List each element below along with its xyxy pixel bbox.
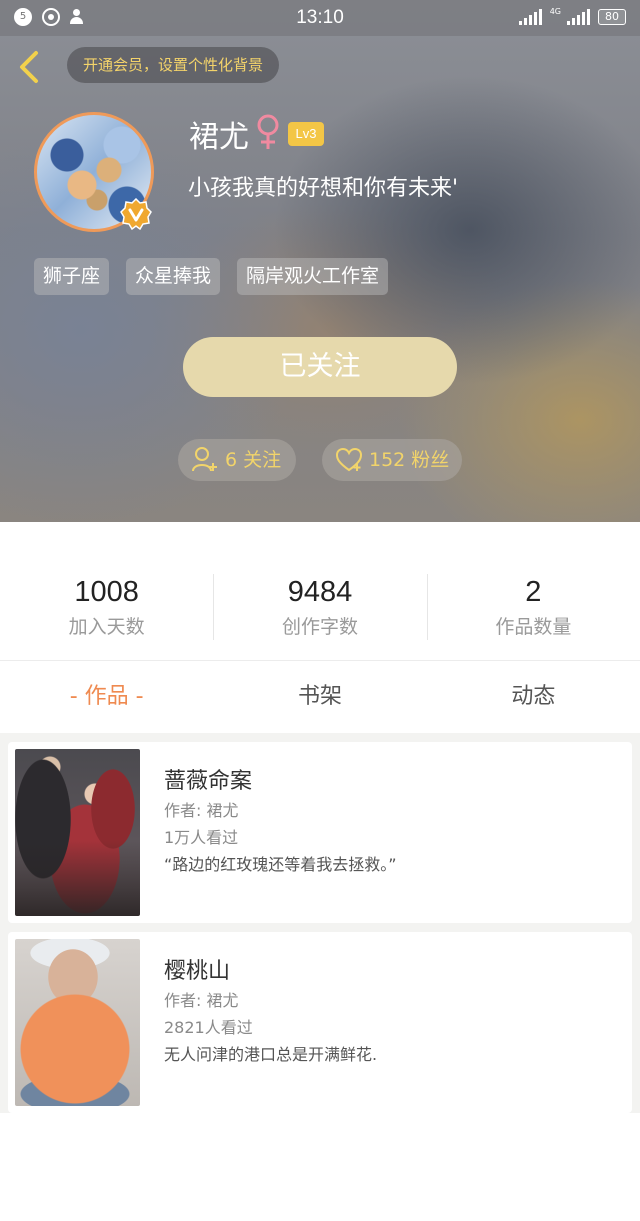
- add-user-icon: [192, 447, 217, 472]
- stat-label: 加入天数: [68, 616, 145, 638]
- status-bar: 5 13:10 4G 80: [0, 0, 640, 36]
- stat-value: 1008: [74, 576, 139, 608]
- work-cover-image: [15, 939, 140, 1106]
- work-title: 蔷薇命案: [164, 769, 253, 794]
- female-icon: [253, 112, 283, 152]
- tab-activity[interactable]: 动态: [427, 661, 640, 733]
- tab-bookshelf[interactable]: 书架: [213, 661, 426, 733]
- signal-icon: [518, 9, 542, 25]
- back-button[interactable]: [14, 50, 46, 84]
- tag-item[interactable]: 隔岸观火工作室: [237, 258, 389, 295]
- tag-list: 狮子座 众星捧我 隔岸观火工作室: [34, 258, 389, 295]
- work-title: 樱桃山: [164, 959, 231, 984]
- stat-days: 1008 加入天数: [0, 572, 213, 644]
- signal-icon-2: [567, 9, 590, 25]
- work-author: 作者: 裙尤: [164, 991, 239, 1010]
- fans-label: 152 粉丝: [369, 449, 450, 471]
- work-cover-image: [15, 749, 140, 916]
- work-description: 无人问津的港口总是开满鲜花.: [164, 1045, 378, 1064]
- work-card[interactable]: 蔷薇命案 作者: 裙尤 1万人看过 “路边的红玫瑰还等着我去拯救。”: [8, 742, 632, 923]
- signature: 小孩我真的好想和你有未来': [188, 176, 459, 201]
- profile-header: 5 13:10 4G 80 开通会员，设置个性化背景 裙尤 Lv3 小孩我真的好…: [0, 0, 640, 522]
- stat-value: 9484: [287, 576, 353, 608]
- username: 裙尤: [189, 120, 249, 155]
- following-button[interactable]: 6 关注: [178, 439, 296, 481]
- verified-badge-icon: [120, 197, 152, 231]
- work-views: 1万人看过: [164, 828, 239, 847]
- tag-item[interactable]: 众星捧我: [126, 258, 221, 295]
- work-author: 作者: 裙尤: [164, 801, 239, 820]
- tag-item[interactable]: 狮子座: [34, 258, 110, 295]
- stat-label: 作品数量: [495, 616, 572, 638]
- chevron-left-icon: [20, 51, 38, 83]
- stat-value: 2: [525, 576, 542, 608]
- network-type: 4G: [549, 6, 561, 16]
- works-list: 蔷薇命案 作者: 裙尤 1万人看过 “路边的红玫瑰还等着我去拯救。” 樱桃山 作…: [0, 733, 640, 1113]
- battery-icon: 80: [598, 9, 626, 25]
- stats-row: 1008 加入天数 9484 创作字数 2 作品数量: [0, 572, 640, 644]
- stat-works: 2 作品数量: [426, 572, 640, 644]
- work-card[interactable]: 樱桃山 作者: 裙尤 2821人看过 无人问津的港口总是开满鲜花.: [8, 932, 632, 1113]
- followed-button[interactable]: 已关注: [183, 337, 457, 397]
- stat-words: 9484 创作字数: [213, 572, 426, 644]
- tab-bar: - 作品 - 书架 动态: [0, 661, 640, 733]
- work-description: “路边的红玫瑰还等着我去拯救。”: [164, 855, 397, 874]
- following-label: 6 关注: [225, 449, 282, 471]
- fans-button[interactable]: 152 粉丝: [322, 439, 462, 481]
- stat-label: 创作字数: [281, 616, 358, 638]
- level-badge: Lv3: [288, 122, 324, 146]
- work-views: 2821人看过: [164, 1018, 253, 1037]
- heart-icon: [335, 447, 363, 472]
- vip-banner[interactable]: 开通会员，设置个性化背景: [67, 47, 280, 83]
- tab-works[interactable]: - 作品 -: [0, 661, 213, 733]
